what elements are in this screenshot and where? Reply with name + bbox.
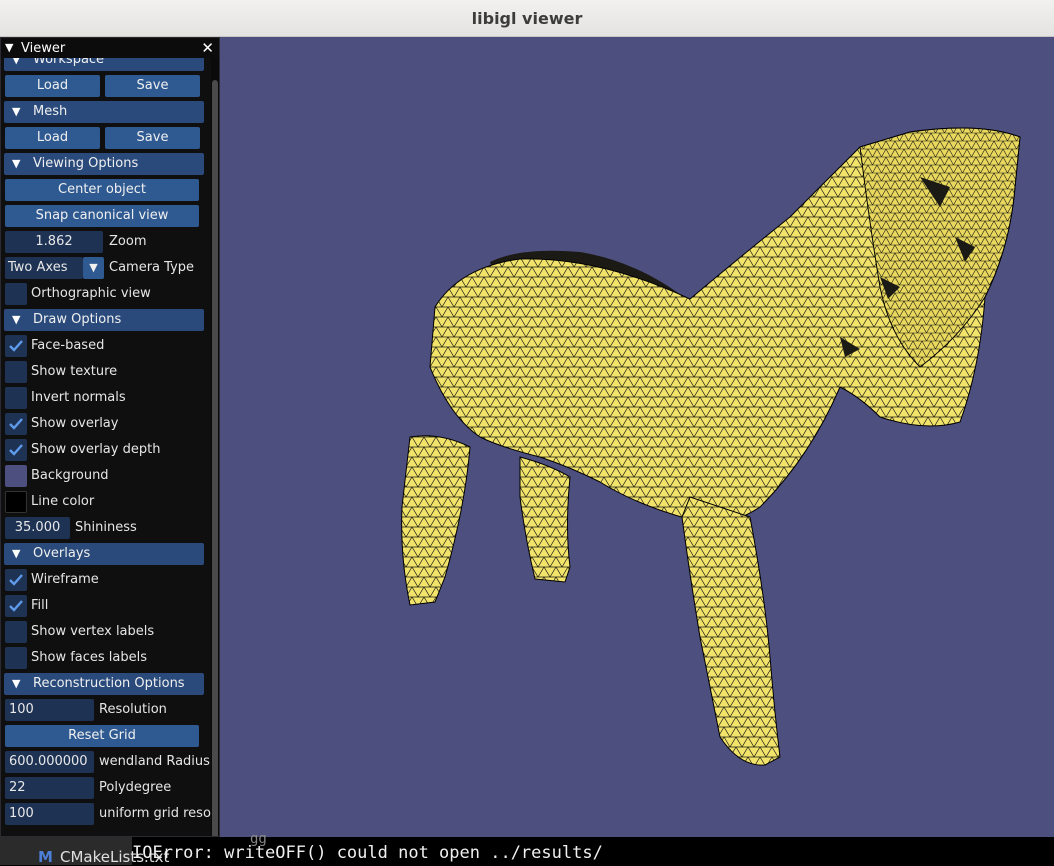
chevron-down-icon: ▼	[12, 547, 21, 560]
line-color-label: Line color	[31, 494, 95, 509]
uniform-grid-resolution-label: uniform grid resolution	[99, 806, 211, 821]
center-object-button[interactable]: Center object	[5, 179, 199, 201]
camera-type-label: Camera Type	[109, 260, 195, 275]
panel-scrollbar[interactable]	[211, 58, 219, 836]
orthographic-checkbox[interactable]	[5, 283, 27, 305]
chevron-down-icon[interactable]: ▼	[83, 257, 104, 279]
show-vertex-labels-checkbox[interactable]	[5, 621, 27, 643]
zoom-label: Zoom	[109, 234, 147, 249]
show-overlay-depth-checkbox[interactable]	[5, 439, 27, 461]
workspace-load-button[interactable]: Load	[5, 75, 100, 97]
face-based-checkbox[interactable]	[5, 335, 27, 357]
chevron-down-icon: ▼	[12, 58, 21, 66]
window-title: libigl viewer	[471, 9, 583, 28]
panel-header[interactable]: ▼ Viewer ✕	[1, 38, 219, 58]
zoom-input[interactable]: 1.862	[5, 231, 103, 253]
invert-normals-label: Invert normals	[31, 390, 126, 405]
reset-grid-button[interactable]: Reset Grid	[5, 725, 199, 747]
wendland-radius-input[interactable]: 600.000000	[5, 751, 94, 773]
face-based-label: Face-based	[31, 338, 105, 353]
workspace-save-button[interactable]: Save	[105, 75, 200, 97]
panel-title: Viewer	[21, 41, 66, 56]
resolution-input[interactable]: 100	[5, 699, 94, 721]
taskbar-item-cmakelists[interactable]: M CMakeLists.txt	[0, 837, 169, 866]
show-texture-label: Show texture	[31, 364, 118, 379]
background-label: Background	[31, 468, 109, 483]
chevron-down-icon: ▼	[12, 105, 21, 118]
snap-canonical-view-button[interactable]: Snap canonical view	[5, 205, 199, 227]
polydegree-input[interactable]: 22	[5, 777, 94, 799]
mesh-save-button[interactable]: Save	[105, 127, 200, 149]
orthographic-label: Orthographic view	[31, 286, 151, 301]
horse-mesh-render	[401, 127, 1021, 766]
window-titlebar: libigl viewer	[0, 0, 1054, 37]
chevron-down-icon: ▼	[12, 677, 21, 690]
checkmark-icon	[9, 444, 23, 456]
shininess-label: Shininess	[75, 520, 137, 535]
show-vertex-labels-label: Show vertex labels	[31, 624, 155, 639]
show-overlay-depth-label: Show overlay depth	[31, 442, 161, 457]
section-reconstruction-options[interactable]: ▼ Reconstruction Options	[4, 673, 204, 695]
chevron-down-icon: ▼	[12, 313, 21, 326]
section-viewing-options[interactable]: ▼ Viewing Options	[4, 153, 204, 175]
show-faces-labels-label: Show faces labels	[31, 650, 148, 665]
wendland-radius-label: wendland Radius	[99, 754, 210, 769]
section-label: Workspace	[33, 58, 105, 67]
section-label: Viewing Options	[33, 156, 139, 171]
section-mesh[interactable]: ▼ Mesh	[4, 101, 204, 123]
wireframe-label: Wireframe	[31, 572, 99, 587]
uniform-grid-resolution-input[interactable]: 100	[5, 803, 94, 825]
panel-content: ▼ Workspace Load Save ▼ Mesh Load Save ▼…	[1, 58, 211, 836]
shininess-input[interactable]: 35.000	[5, 517, 70, 539]
terminal-error-line: IOError: writeOFF() could not open ../re…	[132, 843, 603, 863]
collapse-triangle-icon[interactable]: ▼	[5, 41, 13, 54]
checkmark-icon	[9, 600, 23, 612]
chevron-down-icon: ▼	[12, 157, 21, 170]
terminal-strip: gg M CMakeLists.txt IOError: writeOFF() …	[0, 831, 1054, 866]
fill-label: Fill	[31, 598, 49, 613]
invert-normals-checkbox[interactable]	[5, 387, 27, 409]
background-color-swatch[interactable]	[5, 465, 27, 487]
show-overlay-checkbox[interactable]	[5, 413, 27, 435]
fill-checkbox[interactable]	[5, 595, 27, 617]
cmake-file-icon: M	[38, 848, 53, 866]
checkmark-icon	[9, 574, 23, 586]
checkmark-icon	[9, 340, 23, 352]
resolution-label: Resolution	[99, 702, 167, 717]
camera-type-select[interactable]: Two Axes	[5, 257, 83, 279]
line-color-swatch[interactable]	[5, 491, 27, 513]
section-label: Reconstruction Options	[33, 676, 185, 691]
section-label: Overlays	[33, 546, 91, 561]
section-label: Mesh	[33, 104, 68, 119]
section-draw-options[interactable]: ▼ Draw Options	[4, 309, 204, 331]
section-label: Draw Options	[33, 312, 122, 327]
show-faces-labels-checkbox[interactable]	[5, 647, 27, 669]
section-overlays[interactable]: ▼ Overlays	[4, 543, 204, 565]
checkmark-icon	[9, 418, 23, 430]
viewer-panel: ▼ Viewer ✕ ▼ Workspace Load Save ▼ Mesh …	[0, 37, 220, 837]
3d-viewport[interactable]	[220, 37, 1054, 837]
show-texture-checkbox[interactable]	[5, 361, 27, 383]
close-icon[interactable]: ✕	[201, 39, 214, 57]
section-workspace[interactable]: ▼ Workspace	[4, 58, 204, 71]
polydegree-label: Polydegree	[99, 780, 172, 795]
show-overlay-label: Show overlay	[31, 416, 119, 431]
wireframe-checkbox[interactable]	[5, 569, 27, 591]
mesh-load-button[interactable]: Load	[5, 127, 100, 149]
scrollbar-thumb[interactable]	[212, 80, 218, 836]
